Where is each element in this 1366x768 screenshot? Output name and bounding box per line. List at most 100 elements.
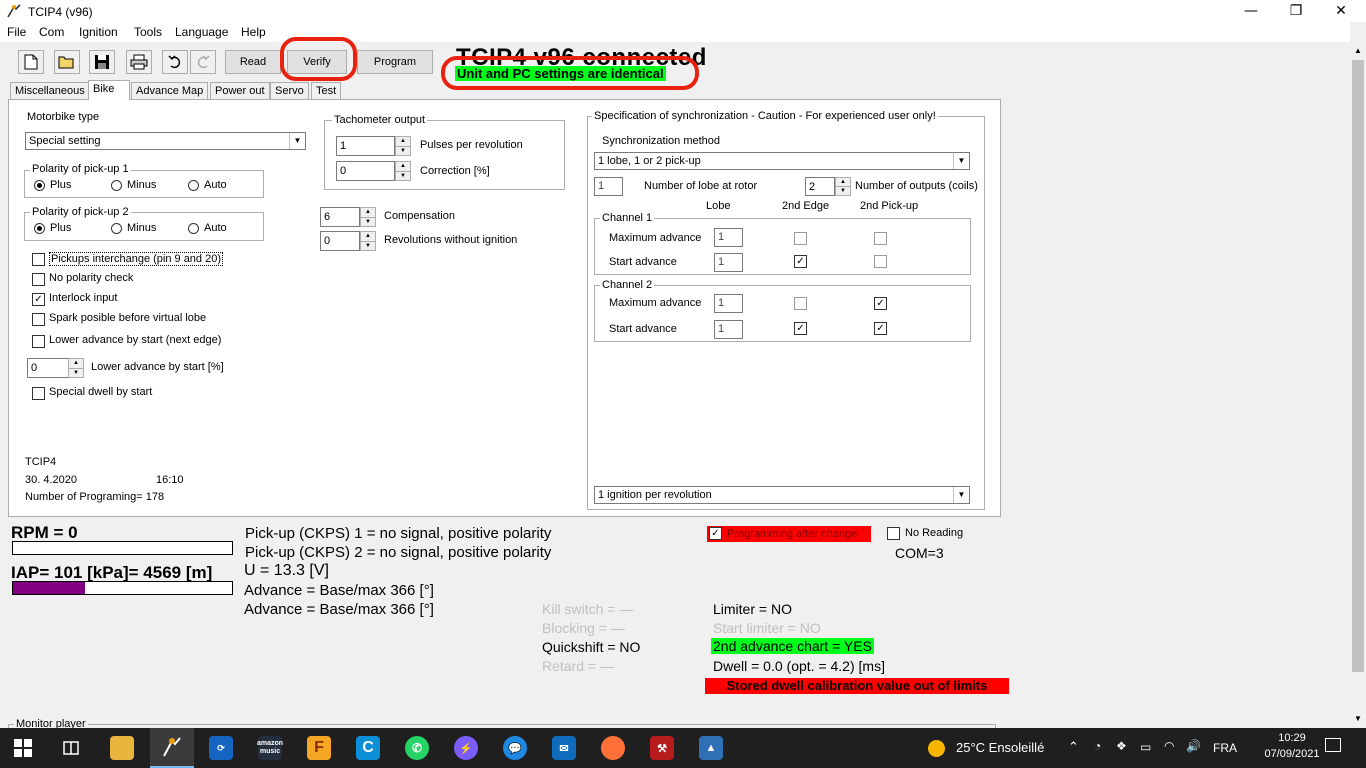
ch2-max-2nd-pickup-checkbox[interactable]: ✓ bbox=[874, 297, 887, 310]
photos-icon[interactable]: ▲ bbox=[699, 736, 723, 760]
compensation-stepper[interactable]: ▲ ▼ bbox=[360, 207, 376, 227]
messenger-icon[interactable]: ⚡ bbox=[454, 736, 478, 760]
save-button[interactable] bbox=[89, 50, 115, 74]
tray-chevron-up-icon[interactable]: ⌃ bbox=[1068, 739, 1079, 755]
pickups-interchange-checkbox[interactable] bbox=[32, 253, 45, 266]
ch1-start-2nd-pickup-checkbox[interactable] bbox=[874, 255, 887, 268]
outputs-count-label: Number of outputs (coils) bbox=[855, 180, 978, 192]
correction-stepper[interactable]: ▲ ▼ bbox=[395, 161, 411, 181]
whatsapp-icon[interactable]: ✆ bbox=[405, 736, 429, 760]
ch1-max-2nd-edge-checkbox[interactable] bbox=[794, 232, 807, 245]
lower-advance-input[interactable]: 0 bbox=[27, 358, 69, 378]
pol2-plus-radio[interactable] bbox=[34, 223, 45, 234]
windows-start-icon[interactable] bbox=[14, 739, 32, 760]
outputs-count-stepper[interactable]: ▲ ▼ bbox=[835, 177, 851, 196]
weather-sun-icon[interactable] bbox=[928, 740, 945, 757]
mail-icon[interactable]: ✉ bbox=[552, 736, 576, 760]
lobe-count-input[interactable]: 1 bbox=[594, 177, 623, 196]
program-button[interactable]: Program bbox=[357, 50, 433, 74]
menu-language[interactable]: Language bbox=[175, 25, 228, 39]
special-dwell-checkbox[interactable] bbox=[32, 387, 45, 400]
tool-app-icon[interactable]: ⚒ bbox=[650, 736, 674, 760]
menu-com[interactable]: Com bbox=[39, 25, 64, 39]
ch1-max-2nd-pickup-checkbox[interactable] bbox=[874, 232, 887, 245]
ch2-start-advance-lobe[interactable]: 1 bbox=[714, 320, 743, 339]
no-reading-checkbox[interactable] bbox=[887, 527, 900, 540]
pol2-auto-radio[interactable] bbox=[188, 223, 199, 234]
ch1-start-2nd-edge-checkbox[interactable]: ✓ bbox=[794, 255, 807, 268]
tab-miscellaneous[interactable]: Miscellaneous bbox=[10, 82, 90, 99]
maximize-button[interactable]: ❐ bbox=[1273, 0, 1319, 22]
close-button[interactable]: ✕ bbox=[1318, 0, 1364, 22]
app-icon-c[interactable]: C bbox=[356, 736, 380, 760]
scroll-down-icon[interactable]: ▼ bbox=[1354, 714, 1362, 723]
sync-method-select[interactable]: 1 lobe, 1 or 2 pick-up ▼ bbox=[594, 152, 970, 170]
pol1-auto-radio[interactable] bbox=[188, 180, 199, 191]
menu-ignition[interactable]: Ignition bbox=[79, 25, 118, 39]
pulses-per-rev-stepper[interactable]: ▲ ▼ bbox=[395, 136, 411, 156]
lower-advance-stepper[interactable]: ▲ ▼ bbox=[68, 358, 84, 378]
ch1-start-advance-lobe[interactable]: 1 bbox=[714, 253, 743, 272]
ch2-start-2nd-pickup-checkbox[interactable]: ✓ bbox=[874, 322, 887, 335]
tab-test[interactable]: Test bbox=[311, 82, 342, 99]
app-icon-orange[interactable]: F bbox=[307, 736, 331, 760]
clock-time[interactable]: 10:29 bbox=[1262, 732, 1322, 744]
menu-help[interactable]: Help bbox=[241, 25, 266, 39]
undo-button[interactable] bbox=[162, 50, 188, 74]
redo-button[interactable] bbox=[190, 50, 216, 74]
app-icon-blue[interactable]: ⟳ bbox=[209, 736, 233, 760]
clock-date[interactable]: 07/09/2021 bbox=[1258, 748, 1326, 760]
task-view-icon[interactable] bbox=[62, 739, 80, 760]
rev-without-ignition-stepper[interactable]: ▲ ▼ bbox=[360, 231, 376, 251]
correction-input[interactable]: 0 bbox=[336, 161, 395, 181]
interlock-input-checkbox[interactable]: ✓ bbox=[32, 293, 45, 306]
language-indicator[interactable]: FRA bbox=[1213, 741, 1237, 755]
open-file-button[interactable] bbox=[54, 50, 80, 74]
pulses-per-rev-input[interactable]: 1 bbox=[336, 136, 395, 156]
new-file-button[interactable] bbox=[18, 50, 44, 74]
battery-icon[interactable]: ▭ bbox=[1140, 740, 1151, 754]
no-polarity-check-checkbox[interactable] bbox=[32, 273, 45, 286]
firefox-icon[interactable] bbox=[601, 736, 625, 760]
scrollbar-thumb[interactable] bbox=[1352, 60, 1364, 672]
volume-icon[interactable]: 🔊 bbox=[1186, 739, 1201, 753]
file-explorer-icon[interactable] bbox=[110, 736, 134, 760]
programming-after-change-box[interactable]: ✓ Programming after change bbox=[707, 526, 871, 542]
notification-center-icon[interactable] bbox=[1325, 738, 1341, 752]
menu-file[interactable]: File bbox=[7, 25, 26, 39]
ch2-start-2nd-edge-checkbox[interactable]: ✓ bbox=[794, 322, 807, 335]
tray-app-icon[interactable]: ◔ bbox=[1094, 739, 1101, 753]
read-button[interactable]: Read bbox=[225, 50, 281, 74]
scroll-up-icon[interactable]: ▲ bbox=[1354, 46, 1362, 55]
programming-after-change-checkbox[interactable]: ✓ bbox=[709, 527, 722, 540]
ch1-max-advance-lobe[interactable]: 1 bbox=[714, 228, 743, 247]
rpm-bar bbox=[12, 541, 233, 555]
vertical-scrollbar[interactable]: ▲ ▼ bbox=[1350, 42, 1366, 728]
pol1-minus-radio[interactable] bbox=[111, 180, 122, 191]
lower-advance-next-edge-checkbox[interactable] bbox=[32, 335, 45, 348]
print-button[interactable] bbox=[126, 50, 152, 74]
weather-text[interactable]: 25°C Ensoleillé bbox=[956, 740, 1044, 755]
motorbike-type-select[interactable]: Special setting ▼ bbox=[25, 132, 306, 150]
menu-tools[interactable]: Tools bbox=[134, 25, 162, 39]
compensation-input[interactable]: 6 bbox=[320, 207, 360, 227]
tab-advance-map[interactable]: Advance Map bbox=[131, 82, 209, 99]
ch2-max-2nd-edge-checkbox[interactable] bbox=[794, 297, 807, 310]
pol2-minus-radio[interactable] bbox=[111, 223, 122, 234]
ch2-max-advance-lobe[interactable]: 1 bbox=[714, 294, 743, 313]
ignition-per-rev-select[interactable]: 1 ignition per revolution ▼ bbox=[594, 486, 970, 504]
outputs-count-input[interactable]: 2 bbox=[805, 177, 835, 196]
amazon-music-icon[interactable]: amazon music bbox=[257, 736, 283, 760]
chat-bubble-icon[interactable]: 💬 bbox=[503, 736, 527, 760]
tab-servo[interactable]: Servo bbox=[270, 82, 309, 99]
spark-before-lobe-checkbox[interactable] bbox=[32, 313, 45, 326]
pol1-plus-radio[interactable] bbox=[34, 180, 45, 191]
tray-dropbox-icon[interactable]: ❖ bbox=[1116, 739, 1127, 753]
tab-power-out[interactable]: Power out bbox=[210, 82, 270, 99]
save-disk-icon bbox=[95, 55, 109, 69]
tcip4-taskbar-button[interactable] bbox=[150, 728, 194, 768]
network-icon[interactable]: ◠ bbox=[1164, 739, 1174, 753]
tab-bike[interactable]: Bike bbox=[88, 80, 130, 100]
rev-without-ignition-input[interactable]: 0 bbox=[320, 231, 360, 251]
minimize-button[interactable]: — bbox=[1228, 0, 1274, 22]
